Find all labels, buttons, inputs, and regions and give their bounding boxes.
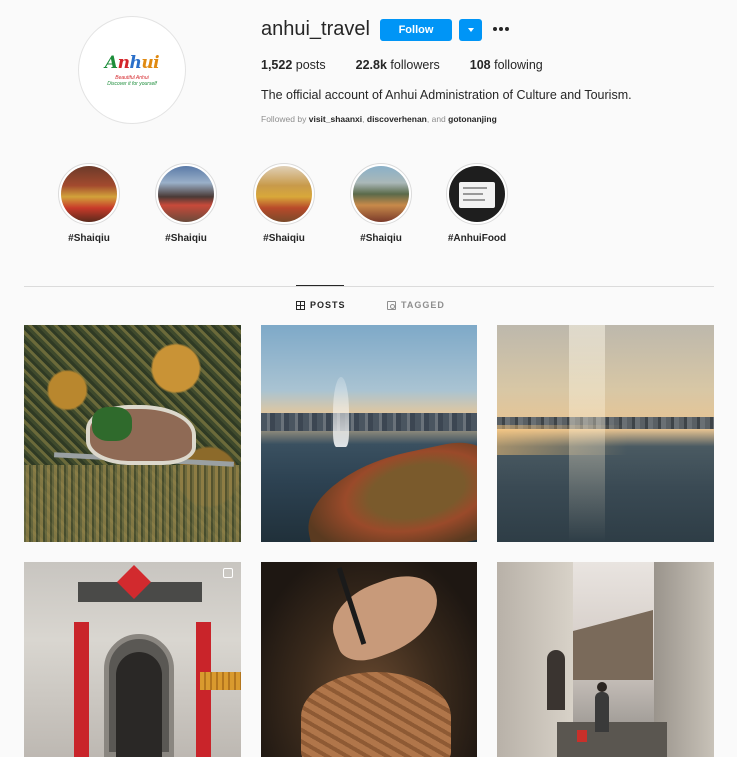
profile-stats: 1,522 posts 22.8k followers 108 followin… [261,58,573,72]
profile-bio: The official account of Anhui Administra… [261,88,632,102]
tab-tagged[interactable]: TAGGED [387,300,445,310]
active-tab-indicator [296,285,344,286]
highlight-label: #AnhuiFood [447,233,507,244]
highlight-label: #Shaiqiu [360,233,402,244]
highlight-ring [58,163,120,225]
profile-username: anhui_travel [261,18,370,40]
highlight-ring [446,163,508,225]
suggested-dropdown-button[interactable] [459,19,482,41]
chevron-down-icon [467,28,474,32]
post-thumbnail[interactable] [497,325,714,542]
post-thumbnail[interactable] [261,325,477,542]
grid-icon [296,300,305,310]
followed-by-user[interactable]: discoverhenan [367,114,427,124]
tagged-user-icon [387,300,396,310]
following-stat[interactable]: 108 following [470,58,543,72]
highlight-label: #Shaiqiu [263,233,305,244]
follow-button[interactable]: Follow [380,19,452,41]
followers-stat[interactable]: 22.8k followers [356,58,440,72]
post-thumbnail[interactable] [24,325,241,542]
dot-icon [505,27,509,31]
highlight-item[interactable]: #Shaiqiu [49,163,129,244]
highlight-item[interactable]: #Shaiqiu [146,163,226,244]
anhui-logo: Anhui [104,53,160,73]
highlight-item[interactable]: #Shaiqiu [244,163,324,244]
dot-icon [499,27,503,31]
highlight-label: #Shaiqiu [68,233,110,244]
highlight-cover [353,166,409,222]
post-thumbnail[interactable] [497,562,714,757]
post-thumbnail[interactable] [24,562,241,757]
highlight-cover [449,166,505,222]
tab-posts[interactable]: POSTS [296,300,346,310]
highlight-item[interactable]: #Shaiqiu [341,163,421,244]
post-thumbnail[interactable] [261,562,477,757]
dot-icon [493,27,497,31]
profile-avatar[interactable]: Anhui Beautiful Anhui Discover it for yo… [78,16,186,124]
highlight-label: #Shaiqiu [165,233,207,244]
posts-stat: 1,522 posts [261,58,326,72]
story-highlights: #Shaiqiu #Shaiqiu #Shaiqiu #Shaiqiu #Anh… [0,163,737,253]
highlight-cover [61,166,117,222]
tabs-divider [24,286,714,287]
more-options-button[interactable] [491,21,511,37]
followed-by-user[interactable]: gotonanjing [448,114,497,124]
highlight-ring [350,163,412,225]
highlight-item[interactable]: #AnhuiFood [437,163,517,244]
followed-by-user[interactable]: visit_shaanxi [309,114,362,124]
highlight-ring [253,163,315,225]
highlight-cover [158,166,214,222]
carousel-icon [223,568,233,578]
followed-by: Followed by visit_shaanxi, discoverhenan… [261,114,497,124]
logo-tagline-2: Discover it for yourself [107,81,157,87]
highlight-ring [155,163,217,225]
highlight-cover [256,166,312,222]
